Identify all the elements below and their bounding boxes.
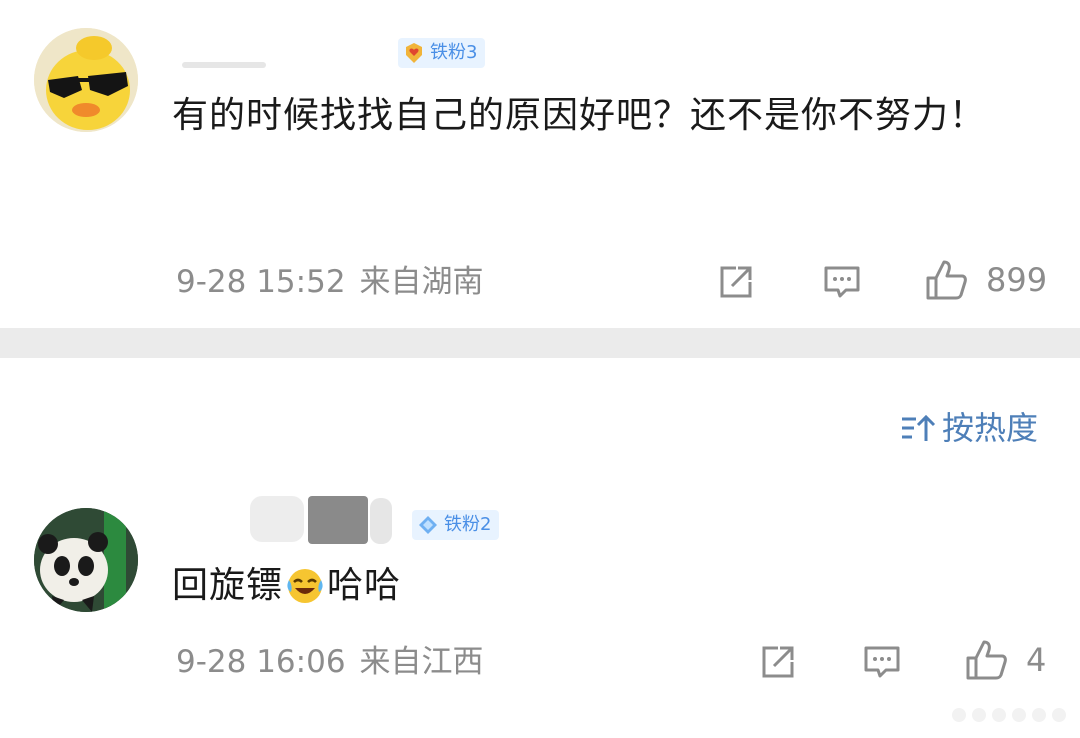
sort-by-hot-button[interactable]: 按热度 — [900, 406, 1038, 450]
gold-heart-badge-icon — [406, 43, 422, 63]
comment-meta: 9-28 16:06 来自江西 — [176, 642, 484, 682]
like-count: 899 — [986, 261, 1048, 299]
user-avatar[interactable] — [34, 28, 138, 132]
location: 来自湖南 — [359, 264, 484, 300]
weibo-comment-list: 铁粉3 有的时候找找自己的原因好吧？还不是你不努力！ 9-28 15:52 来自湖… — [0, 0, 1080, 738]
share-button[interactable] — [758, 642, 798, 682]
laughing-crying-emoji-icon — [287, 569, 323, 603]
timestamp: 9-28 16:06 — [176, 644, 346, 680]
share-icon — [762, 646, 794, 678]
thumbs-up-icon — [926, 260, 967, 300]
like-count: 4 — [1026, 641, 1047, 679]
thumbs-up-icon — [966, 640, 1007, 680]
like-button[interactable]: 899 — [924, 258, 1047, 302]
watermark — [952, 708, 1066, 722]
share-icon — [720, 266, 752, 298]
comment-icon — [864, 646, 900, 678]
comment-text-part: 回旋镖 — [172, 565, 284, 606]
comment-meta: 9-28 15:52 来自湖南 — [176, 262, 484, 302]
duck-sunglasses-avatar-icon — [34, 28, 138, 132]
fan-badge[interactable]: 铁粉2 — [412, 510, 500, 540]
panda-avatar-icon — [34, 508, 138, 612]
comment-item: 铁粉2 回旋镖 哈哈 9-28 16:06 来自江西 4 — [0, 478, 1080, 718]
username-redacted — [250, 496, 392, 544]
fan-badge-label: 铁粉3 — [430, 42, 478, 63]
like-button[interactable]: 4 — [964, 638, 1046, 682]
location: 来自江西 — [359, 644, 484, 680]
username-redacted — [182, 62, 266, 68]
sort-icon — [901, 414, 936, 441]
comment-text-part: 哈哈 — [327, 565, 402, 606]
user-avatar[interactable] — [34, 508, 138, 612]
section-divider — [0, 328, 1080, 358]
reply-button[interactable] — [822, 262, 862, 302]
comment-text: 有的时候找找自己的原因好吧？还不是你不努力！ — [172, 95, 987, 136]
share-button[interactable] — [716, 262, 756, 302]
comment-item: 铁粉3 有的时候找找自己的原因好吧？还不是你不努力！ 9-28 15:52 来自湖… — [0, 0, 1080, 328]
timestamp: 9-28 15:52 — [176, 264, 346, 300]
sort-label: 按热度 — [941, 409, 1038, 447]
reply-button[interactable] — [862, 642, 902, 682]
fan-badge-label: 铁粉2 — [444, 514, 492, 535]
comment-text: 回旋镖 哈哈 — [172, 556, 872, 616]
blue-diamond-badge-icon — [419, 516, 437, 534]
comment-icon — [824, 266, 860, 298]
fan-badge[interactable]: 铁粉3 — [398, 38, 486, 68]
